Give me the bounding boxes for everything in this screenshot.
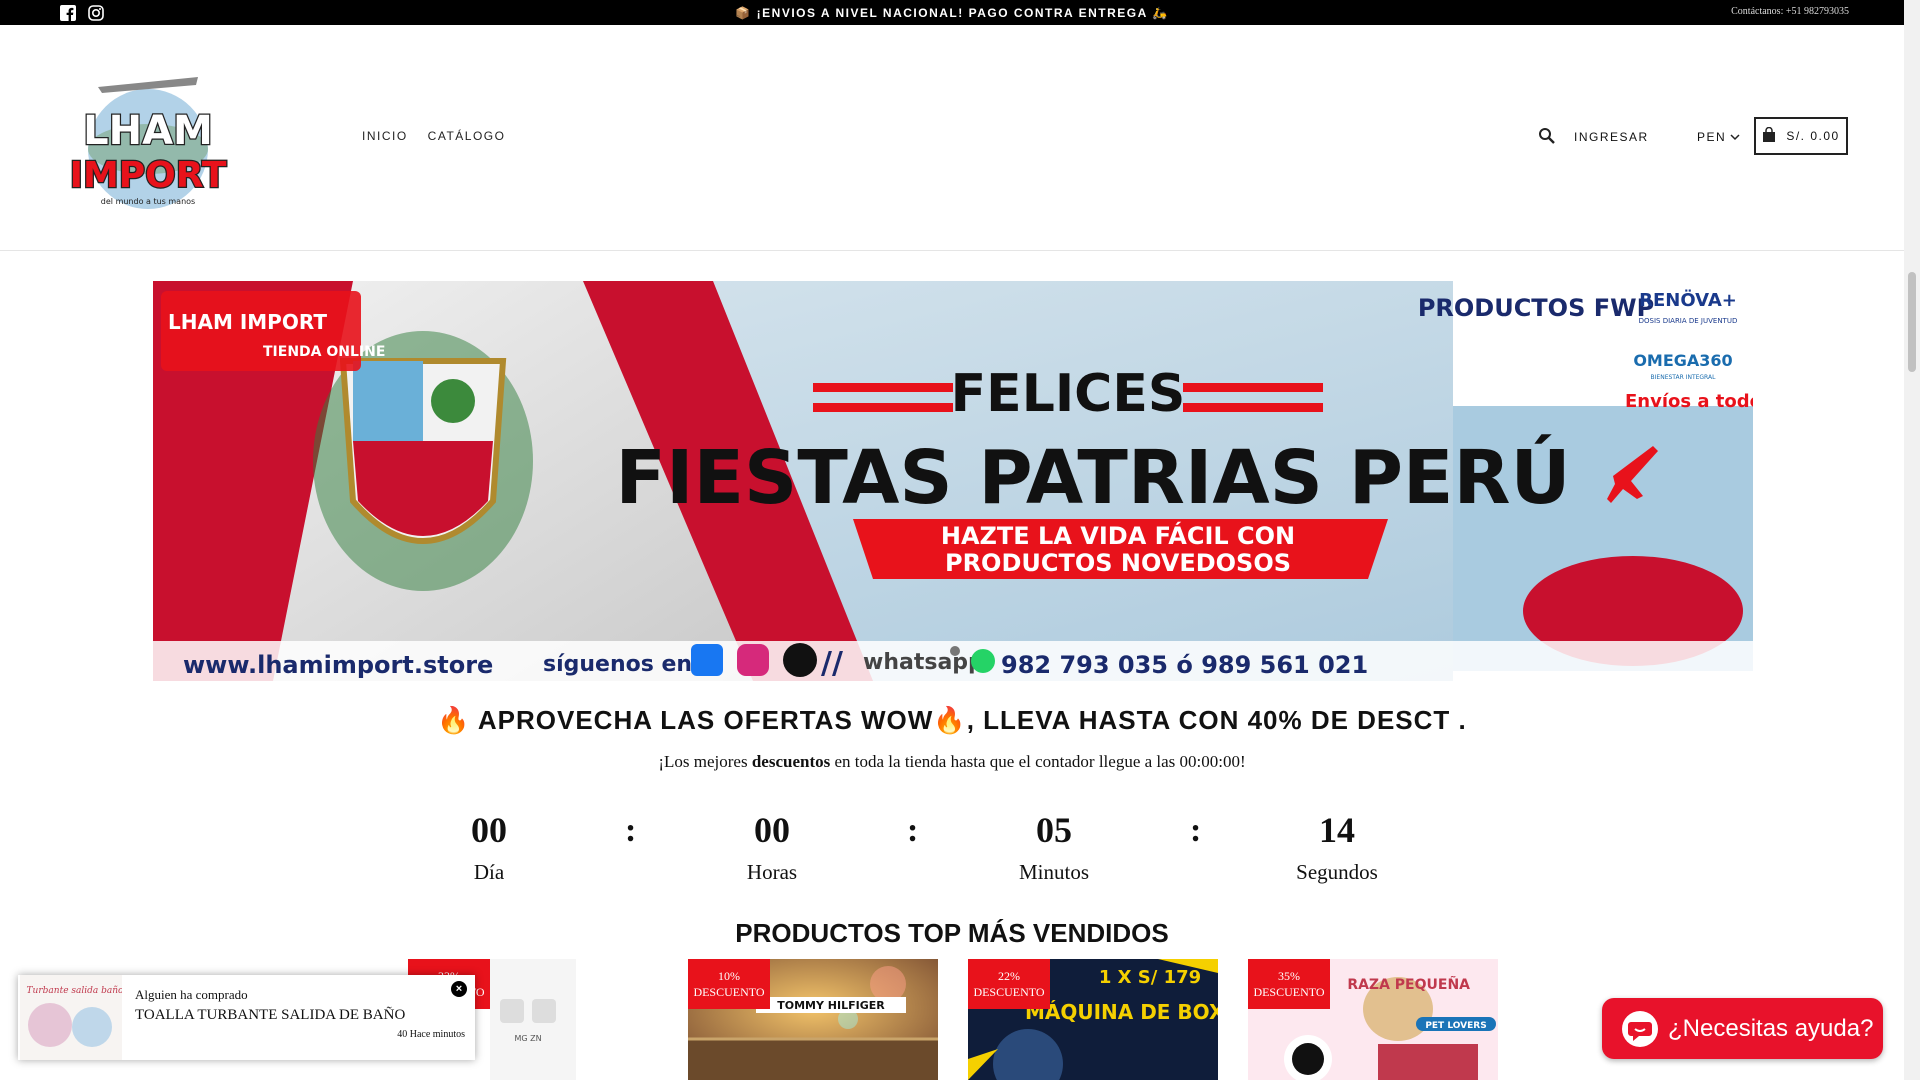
logo-tagline: del mundo a tus manos [101, 197, 195, 206]
product-card-4[interactable]: RAZA PEQUEÑA PET LOVERS 35% DESCUENTO [1248, 959, 1498, 1080]
popup-product-thumbnail: Turbante salida baño [20, 975, 124, 1060]
whatsapp-icon [971, 649, 995, 673]
hero-whatsapp-label: whatsapp [863, 650, 984, 675]
cart-total: S/. 0.00 [1786, 129, 1840, 143]
logo-word-2: IMPORT [70, 155, 227, 196]
product-card-2[interactable]: TOMMY HILFIGER 10% DESCUENTO [688, 959, 938, 1080]
announcement-bar: 📦 ¡ENVIOS A NIVEL NACIONAL! PAGO CONTRA … [0, 0, 1904, 25]
hero-headline: FIESTAS PATRIAS PERÚ [615, 433, 1570, 521]
discount-percent: 35% [1278, 969, 1300, 983]
shopping-bag-icon [1762, 126, 1776, 146]
countdown-hours-value: 00 [754, 810, 790, 850]
countdown-separator: : [1190, 812, 1202, 849]
product-price-text: 1 X S/ 179 [1099, 967, 1201, 988]
hero-phones: 982 793 035 ó 989 561 021 [1001, 651, 1368, 679]
currency-selector[interactable]: PEN [1697, 130, 1740, 144]
hero-products-title: PRODUCTOS FWP [1418, 294, 1654, 322]
page-scrollbar[interactable] [1904, 0, 1920, 1080]
cart-button[interactable]: S/. 0.00 [1754, 117, 1848, 155]
hero-felices: FELICES [951, 364, 1186, 424]
product-image-text: MÁQUINA DE BOXEO [1025, 1000, 1218, 1024]
popup-time: 40 Hace minutos [397, 1029, 465, 1040]
promo-sub-start: ¡Los mejores [658, 752, 752, 771]
login-link[interactable]: INGRESAR [1574, 130, 1649, 144]
discount-badge: 22% DESCUENTO [968, 959, 1050, 1009]
hero-banner-line2: PRODUCTOS NOVEDOSOS [945, 549, 1291, 577]
main-nav: INICIO CATÁLOGO [362, 129, 505, 143]
product-image-text: MG ZN [514, 1034, 541, 1043]
section-title-bestsellers: PRODUCTOS TOP MÁS VENDIDOS [735, 918, 1169, 948]
product-card-3[interactable]: 1 X S/ 179 MÁQUINA DE BOXEO 22% DESCUENT… [968, 959, 1218, 1080]
countdown-days: 00 Día [389, 808, 589, 885]
discount-percent: 22% [998, 969, 1020, 983]
facebook-icon [691, 644, 723, 676]
popup-product-name[interactable]: TOALLA TURBANTE SALIDA DE BAÑO [135, 1007, 405, 1024]
promo-sub-end: en toda la tienda hasta que el contador … [830, 752, 1246, 771]
discount-label: DESCUENTO [973, 985, 1045, 999]
countdown-separator: : [907, 812, 919, 849]
announcement-text: 📦 ¡ENVIOS A NIVEL NACIONAL! PAGO CONTRA … [735, 6, 1169, 20]
instagram-icon [737, 644, 769, 676]
scrollbar-thumb[interactable] [1908, 272, 1916, 372]
product-image-text-2: PET LOVERS [1425, 1021, 1486, 1031]
product-image-text: RAZA PEQUEÑA [1347, 976, 1470, 993]
hero-brand-renova-sub: DOSIS DIARIA DE JUVENTUD [1639, 317, 1738, 325]
contact-phone[interactable]: Contáctanos: +51 982793035 [1731, 6, 1849, 17]
product-image-text: TOMMY HILFIGER [777, 999, 885, 1012]
countdown-seconds-label: Segundos [1296, 860, 1378, 884]
chat-help-button[interactable]: ¿Necesitas ayuda? [1602, 998, 1883, 1059]
hero-banner[interactable]: LHAM IMPORT TIENDA ONLINE FELICES FIESTA… [153, 281, 1753, 681]
countdown-minutes: 05 Minutos [954, 808, 1154, 885]
nav-item-inicio[interactable]: INICIO [362, 129, 408, 143]
close-icon[interactable]: × [451, 981, 467, 997]
search-icon[interactable] [1538, 127, 1556, 145]
countdown-hours: 00 Horas [672, 808, 872, 885]
site-header: LHAM IMPORT del mundo a tus manos INICIO… [0, 25, 1904, 251]
countdown-seconds: 14 Segundos [1237, 808, 1437, 885]
countdown-separator: : [625, 812, 637, 849]
hero-banner-line1: HAZTE LA VIDA FÁCIL CON [941, 521, 1295, 550]
countdown-minutes-label: Minutos [1018, 860, 1089, 884]
chat-label: ¿Necesitas ayuda? [1668, 1014, 1874, 1042]
hero-brand-omega-sub: BIENESTAR INTEGRAL [1651, 374, 1717, 381]
nav-item-catalogo[interactable]: CATÁLOGO [428, 129, 506, 143]
promo-title: 🔥 APROVECHA LAS OFERTAS WOW🔥, LLEVA HAST… [437, 705, 1467, 735]
currency-label: PEN [1697, 130, 1727, 144]
popup-line1: Alguien ha comprado [135, 987, 248, 1002]
popup-thumb-text: Turbante salida baño [27, 986, 122, 996]
countdown-seconds-value: 14 [1319, 810, 1355, 850]
carousel-dot[interactable] [950, 646, 960, 656]
hero-badge-logo: LHAM IMPORT [168, 310, 327, 334]
discount-label: DESCUENTO [1253, 985, 1325, 999]
chat-bubble-icon [1622, 1010, 1658, 1047]
hero-badge-sub: TIENDA ONLINE [263, 344, 385, 360]
recent-purchase-popup[interactable]: Turbante salida baño Alguien ha comprado… [18, 975, 475, 1060]
hero-follow: síguenos en [543, 652, 692, 677]
promo-sub-bold: descuentos [751, 752, 831, 771]
hero-banner-art: LHAM IMPORT TIENDA ONLINE FELICES FIESTA… [153, 281, 1753, 681]
tiktok-icon [783, 643, 817, 677]
promo-subtitle: ¡Los mejores descuentos en toda la tiend… [0, 752, 1904, 772]
discount-badge: 10% DESCUENTO [688, 959, 770, 1009]
hero-website: www.lhamimport.store [183, 651, 493, 679]
store-logo[interactable]: LHAM IMPORT del mundo a tus manos [68, 69, 228, 229]
hero-envios: Envíos a todo el Perú [1625, 391, 1753, 412]
countdown-minutes-value: 05 [1036, 810, 1072, 850]
discount-percent: 10% [718, 969, 740, 983]
countdown-days-label: Día [473, 860, 505, 884]
hero-brand-omega: OMEGA360 [1633, 351, 1732, 370]
discount-badge: 35% DESCUENTO [1248, 959, 1330, 1009]
logo-word-1: LHAM [83, 108, 213, 154]
svg-text://: // [821, 646, 843, 681]
chevron-down-icon [1730, 130, 1740, 144]
discount-label: DESCUENTO [693, 985, 765, 999]
hero-brand-renova: RENÖVA+ [1639, 289, 1737, 311]
countdown-hours-label: Horas [746, 860, 798, 884]
countdown-days-value: 00 [471, 810, 507, 850]
